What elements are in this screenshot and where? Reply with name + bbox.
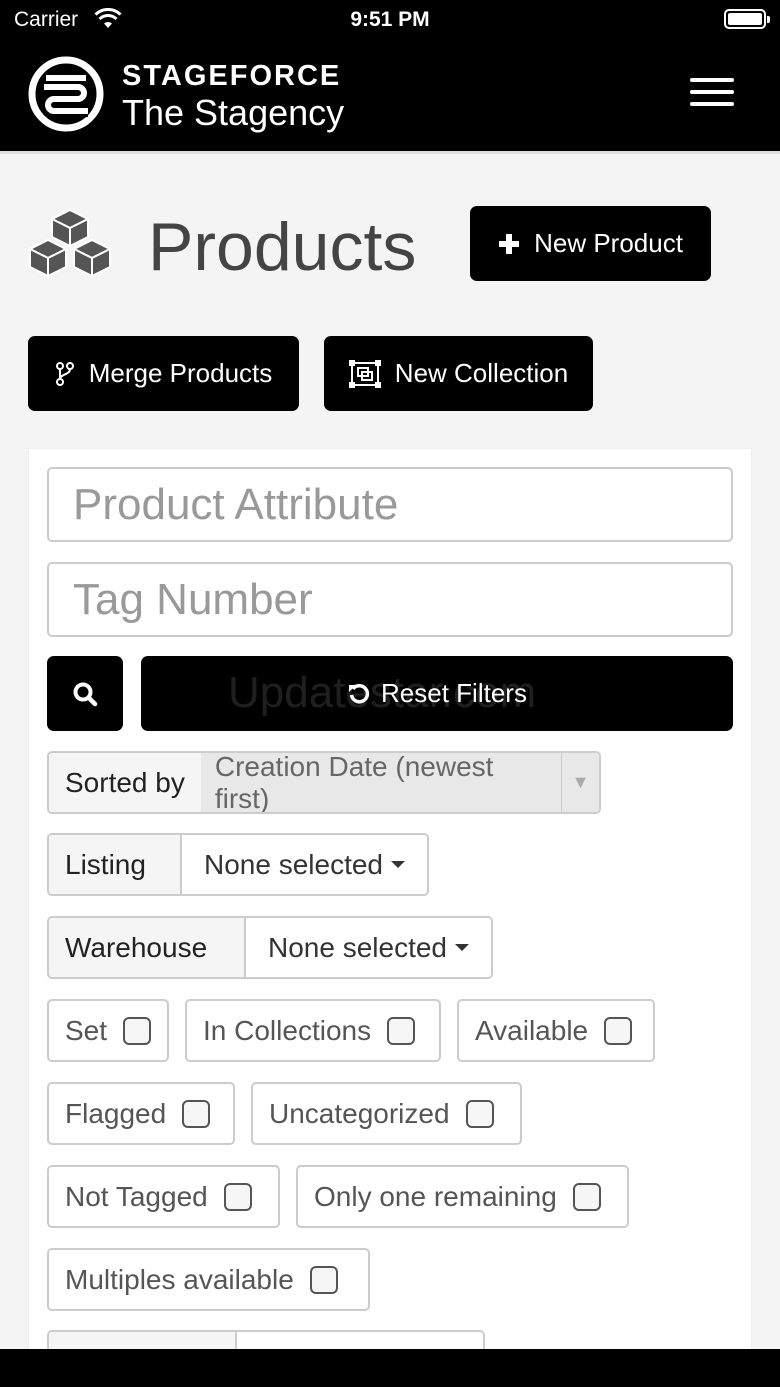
product-attribute-input[interactable]: Product Attribute: [47, 467, 733, 542]
flagged-filter-label: Flagged: [65, 1097, 167, 1129]
warehouse-dropdown-value: None selected: [268, 931, 448, 963]
multiples-available-filter-checkbox[interactable]: Multiples available: [47, 1248, 370, 1311]
listing-label: Listing: [49, 835, 182, 894]
uncategorized-filter-checkbox[interactable]: Uncategorized: [251, 1082, 522, 1145]
checkbox[interactable]: [387, 1016, 416, 1045]
sort-select-group: Sorted by Creation Date (newest first) ▼: [47, 751, 601, 814]
brand-wordmark: STAGEFORCE: [122, 60, 342, 92]
set-filter-label: Set: [65, 1014, 108, 1046]
search-icon: [72, 681, 98, 707]
cubes-icon: [26, 206, 114, 282]
in-collections-filter-label: In Collections: [203, 1014, 372, 1046]
flagged-filter-checkbox[interactable]: Flagged: [47, 1082, 235, 1145]
sorted-by-label: Sorted by: [49, 753, 201, 812]
checkbox[interactable]: [604, 1016, 633, 1045]
only-one-remaining-filter-label: Only one remaining: [314, 1180, 557, 1212]
warehouse-dropdown[interactable]: None selected: [246, 918, 491, 977]
checkbox[interactable]: [123, 1016, 151, 1045]
checkbox[interactable]: [465, 1099, 494, 1128]
uncategorized-filter-label: Uncategorized: [269, 1097, 450, 1129]
reset-filters-label: Reset Filters: [381, 678, 527, 708]
stageforce-logo-icon[interactable]: [28, 56, 104, 132]
available-filter-label: Available: [475, 1014, 589, 1046]
page-title: Products: [148, 209, 417, 285]
status-bar: Carrier 9:51 PM: [0, 0, 780, 40]
checkbox[interactable]: [223, 1182, 252, 1211]
merge-products-label: Merge Products: [88, 358, 273, 388]
merge-branch-icon: [55, 361, 75, 387]
tag-number-input[interactable]: Tag Number: [47, 562, 733, 637]
available-filter-checkbox[interactable]: Available: [457, 999, 655, 1062]
not-tagged-filter-label: Not Tagged: [65, 1180, 208, 1212]
home-indicator-bar: [0, 1349, 780, 1387]
listing-dropdown[interactable]: None selected: [182, 835, 427, 894]
agency-name: The Stagency: [122, 92, 345, 133]
new-collection-label: New Collection: [394, 358, 569, 388]
navbar: STAGEFORCE The Stagency: [0, 40, 780, 151]
only-one-remaining-filter-checkbox[interactable]: Only one remaining: [296, 1165, 629, 1228]
caret-down-icon: [391, 861, 405, 868]
checkbox[interactable]: [309, 1265, 338, 1294]
in-collections-filter-checkbox[interactable]: In Collections: [185, 999, 441, 1062]
merge-products-button[interactable]: Merge Products: [28, 336, 299, 411]
new-product-label: New Product: [534, 228, 683, 258]
new-product-button[interactable]: New Product: [470, 206, 711, 281]
caret-down-icon: [455, 944, 469, 951]
checkbox[interactable]: [182, 1099, 211, 1128]
reset-filters-button[interactable]: Reset Filters: [141, 656, 733, 731]
sort-select[interactable]: Creation Date (newest first): [200, 753, 561, 812]
multiples-available-filter-label: Multiples available: [65, 1263, 294, 1295]
search-button[interactable]: [47, 656, 123, 731]
warehouse-filter-group: Warehouse None selected: [47, 916, 493, 979]
navbar-divider: [0, 151, 780, 154]
object-group-icon: [348, 359, 381, 388]
listing-filter-group: Listing None selected: [47, 833, 429, 896]
not-tagged-filter-checkbox[interactable]: Not Tagged: [47, 1165, 280, 1228]
new-collection-button[interactable]: New Collection: [324, 336, 593, 411]
plus-icon: [498, 233, 520, 255]
battery-icon: [724, 9, 770, 29]
set-filter-checkbox[interactable]: Set: [47, 999, 169, 1062]
listing-dropdown-value: None selected: [204, 848, 384, 880]
checkbox[interactable]: [572, 1182, 601, 1211]
clock: 9:51 PM: [350, 8, 430, 31]
chevron-down-icon[interactable]: ▼: [561, 753, 599, 812]
warehouse-label: Warehouse: [49, 918, 246, 977]
hamburger-menu-icon[interactable]: [690, 78, 734, 110]
undo-icon: [347, 682, 371, 706]
